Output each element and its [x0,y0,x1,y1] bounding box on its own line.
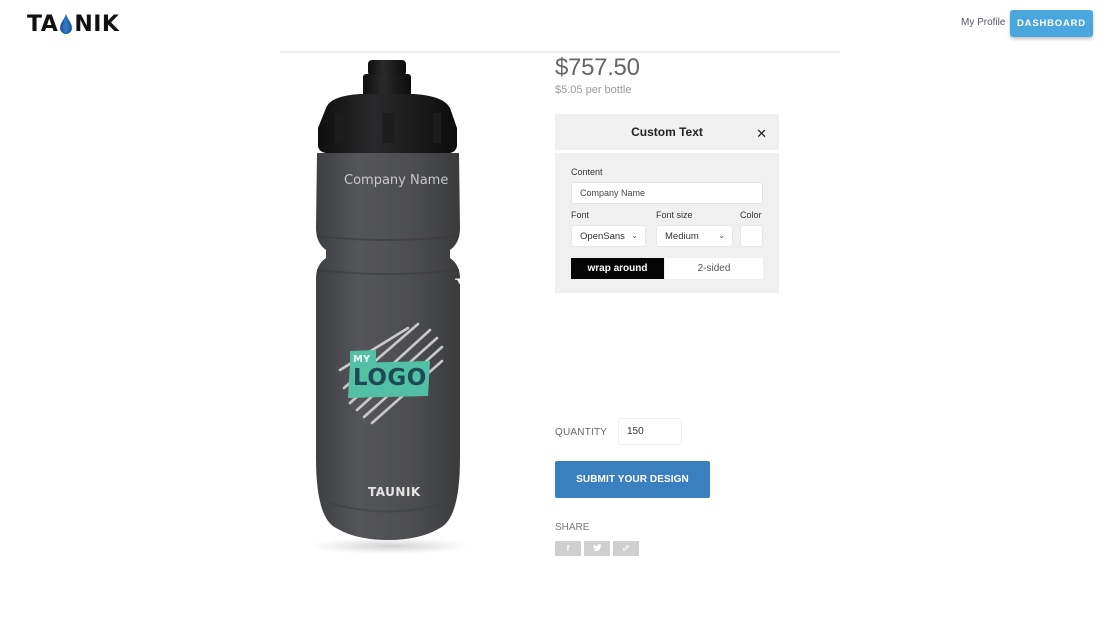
font-size-label: Font size [656,210,693,220]
share-link-button[interactable] [613,541,639,556]
quantity-label: QUANTITY [555,427,608,438]
brand-logo[interactable]: TA NIK [27,12,119,37]
font-size-select-value: Medium [665,230,699,242]
dashboard-button[interactable]: DASHBOARD [1010,10,1093,37]
hand-cursor-icon: ☚ [454,274,465,288]
close-icon[interactable]: ✕ [756,126,767,142]
font-label: Font [571,210,590,220]
bottle-brand-mark: TAUNIK [368,485,421,499]
total-price: $757.50 [555,54,640,81]
bottle-custom-text[interactable]: Company Name [344,173,448,188]
bottle-preview[interactable]: Company Name MY LOGO TAUNIK ☚ [290,58,490,558]
bottle-logo-text: LOGO [353,365,427,391]
submit-design-button[interactable]: SUBMIT YOUR DESIGN [555,461,710,498]
panel-title: Custom Text [631,125,703,139]
my-profile-link[interactable]: My Profile [961,17,1005,28]
header-divider [280,51,840,53]
share-facebook-button[interactable]: f [555,541,581,556]
facebook-icon: f [566,544,570,553]
brand-logo-suffix: NIK [74,12,120,37]
content-input[interactable] [571,182,763,204]
font-select[interactable]: OpenSans ⌄ [571,225,646,247]
font-select-value: OpenSans [580,230,625,242]
chevron-down-icon: ⌄ [718,231,725,240]
twitter-icon [592,543,602,554]
two-sided-toggle[interactable]: 2-sided [665,258,763,279]
wrap-around-toggle[interactable]: wrap around [571,258,664,279]
custom-text-panel: Custom Text ✕ Content Font Font size Col… [555,114,779,293]
share-twitter-button[interactable] [584,541,610,556]
brand-logo-prefix: TA [27,12,59,37]
chevron-down-icon: ⌄ [631,231,638,240]
share-label: SHARE [555,522,590,533]
panel-header: Custom Text ✕ [555,114,779,153]
color-label: Color [740,210,762,220]
water-drop-icon [59,13,73,35]
bottle-illustration [310,60,470,554]
color-picker[interactable] [740,225,763,247]
unit-price: $5.05 per bottle [555,84,632,96]
content-label: Content [571,167,603,177]
link-icon [622,544,630,554]
bottle-logo-small-text: MY [353,354,371,365]
font-size-select[interactable]: Medium ⌄ [656,225,733,247]
quantity-input[interactable] [618,418,682,445]
